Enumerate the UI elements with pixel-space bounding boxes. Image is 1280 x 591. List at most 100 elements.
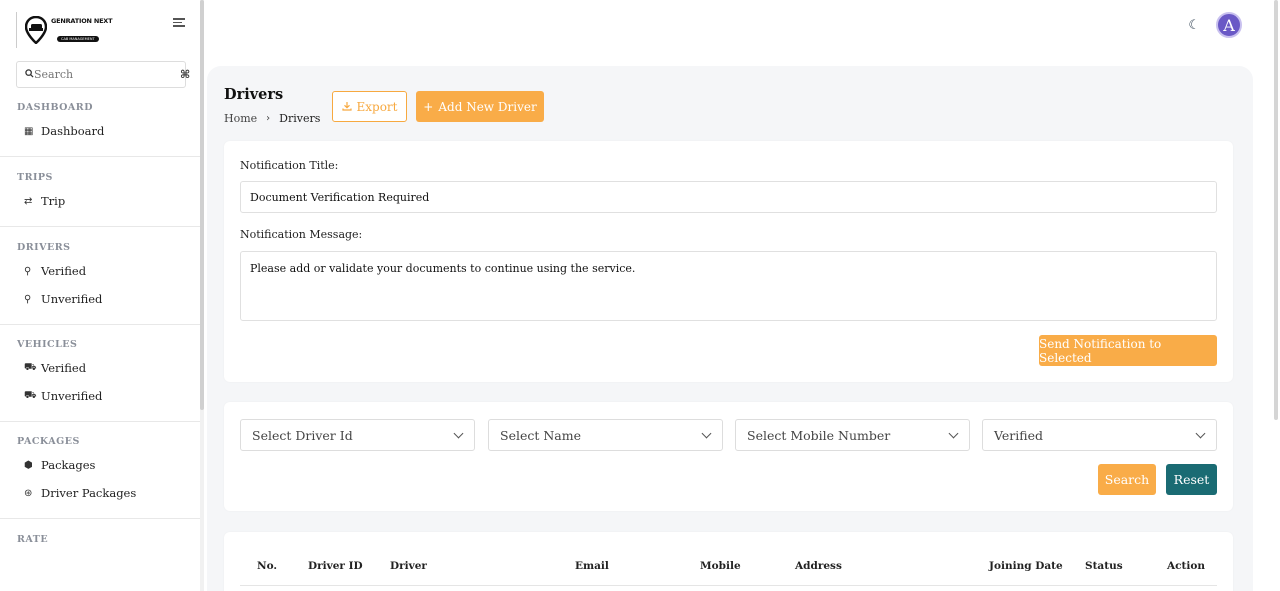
- select-value: Select Driver Id: [252, 427, 353, 443]
- package-icon: ⬢: [24, 459, 33, 471]
- command-icon: ⌘: [180, 68, 191, 81]
- sidebar-item-driver-packages[interactable]: ⊛ Driver Packages: [0, 479, 200, 507]
- package-open-icon: ⊛: [24, 487, 33, 499]
- divider: [0, 156, 200, 157]
- search-button[interactable]: Search: [1098, 464, 1156, 495]
- column-header-email[interactable]: Email: [575, 560, 609, 572]
- brand-logo[interactable]: GENRATION NEXT CAB MANAGEMENT: [16, 12, 116, 48]
- brand-name: GENRATION NEXT: [51, 16, 113, 25]
- sidebar-item-label: Verified: [41, 361, 87, 375]
- column-header-address[interactable]: Address: [795, 560, 842, 572]
- sidebar-item-vehicles-unverified[interactable]: ⛟ Unverified: [0, 382, 200, 410]
- name-select[interactable]: Select Name: [488, 419, 723, 451]
- section-title: VEHICLES: [17, 339, 78, 350]
- table-header-divider: [240, 585, 1217, 586]
- mobile-select[interactable]: Select Mobile Number: [735, 419, 970, 451]
- section-dashboard: DASHBOARD ▦ Dashboard: [0, 102, 200, 145]
- chevron-down-icon: [701, 428, 712, 438]
- export-button[interactable]: Export: [332, 91, 407, 122]
- search-input[interactable]: [34, 68, 180, 81]
- search-icon: [25, 68, 34, 81]
- section-drivers: DRIVERS ⚲ Verified ⚲ Unverified: [0, 242, 200, 313]
- sidebar-item-label: Verified: [41, 264, 87, 278]
- export-label: Export: [356, 99, 398, 114]
- section-title: DASHBOARD: [17, 102, 93, 113]
- route-icon: ⇄: [24, 195, 33, 207]
- main-content: Drivers Home › Drivers Export + Add New …: [207, 66, 1253, 591]
- header-actions: ☾ A: [1188, 12, 1242, 38]
- section-title: DRIVERS: [17, 242, 71, 253]
- section-packages: PACKAGES ⬢ Packages ⊛ Driver Packages: [0, 436, 200, 507]
- section-rate: RATE: [0, 534, 200, 542]
- breadcrumb: Home › Drivers: [224, 112, 320, 125]
- select-value: Select Mobile Number: [747, 427, 891, 443]
- sidebar-item-trip[interactable]: ⇄ Trip: [0, 187, 200, 215]
- chevron-down-icon: [948, 428, 959, 438]
- column-header-status[interactable]: Status: [1085, 560, 1123, 572]
- sidebar-item-label: Trip: [41, 194, 66, 208]
- send-notification-button[interactable]: Send Notification to Selected: [1039, 335, 1217, 366]
- driver-id-select[interactable]: Select Driver Id: [240, 419, 475, 451]
- column-header-driver-id[interactable]: Driver ID: [308, 560, 363, 572]
- section-vehicles: VEHICLES ⛟ Verified ⛟ Unverified: [0, 339, 200, 410]
- plus-icon: +: [423, 99, 434, 114]
- sidebar-item-label: Dashboard: [41, 124, 105, 138]
- user-check-icon: ⚲: [24, 265, 32, 277]
- notification-title-input[interactable]: Document Verification Required: [240, 181, 1217, 213]
- add-label: Add New Driver: [438, 99, 537, 114]
- column-header-action[interactable]: Action: [1167, 560, 1205, 572]
- section-title: RATE: [17, 534, 49, 542]
- sidebar: GENRATION NEXT CAB MANAGEMENT ⌘ DASHBOAR…: [0, 0, 204, 591]
- section-trips: TRIPS ⇄ Trip: [0, 172, 200, 215]
- select-value: Verified: [994, 427, 1043, 443]
- sidebar-item-vehicles-verified[interactable]: ⛟ Verified: [0, 354, 200, 382]
- section-title: TRIPS: [17, 172, 53, 183]
- add-new-driver-button[interactable]: + Add New Driver: [416, 91, 544, 122]
- car-icon: ⛟: [24, 361, 37, 373]
- column-header-driver[interactable]: Driver: [390, 560, 427, 572]
- sidebar-item-label: Packages: [41, 458, 96, 472]
- divider: [0, 226, 200, 227]
- breadcrumb-current: Drivers: [279, 112, 321, 125]
- select-value: Select Name: [500, 427, 581, 443]
- chevron-right-icon: ›: [266, 113, 271, 124]
- column-header-mobile[interactable]: Mobile: [700, 560, 741, 572]
- sidebar-item-label: Driver Packages: [41, 486, 137, 500]
- sidebar-scrollbar[interactable]: [200, 0, 204, 591]
- sidebar-item-drivers-unverified[interactable]: ⚲ Unverified: [0, 285, 200, 313]
- section-title: PACKAGES: [17, 436, 80, 447]
- notification-message-textarea[interactable]: Please add or validate your documents to…: [240, 251, 1217, 321]
- notification-message-label: Notification Message:: [240, 228, 363, 241]
- car-off-icon: ⛟: [24, 389, 37, 401]
- sidebar-item-drivers-verified[interactable]: ⚲ Verified: [0, 257, 200, 285]
- breadcrumb-home[interactable]: Home: [224, 112, 257, 125]
- drivers-table-card: No. Driver ID Driver Email Mobile Addres…: [224, 532, 1233, 591]
- page-scrollbar[interactable]: [1274, 0, 1278, 420]
- notification-title-label: Notification Title:: [240, 159, 339, 172]
- brand-tagline: CAB MANAGEMENT: [57, 35, 99, 42]
- reset-button[interactable]: Reset: [1166, 464, 1217, 495]
- search-box[interactable]: ⌘: [16, 61, 190, 88]
- menu-toggle-icon[interactable]: [173, 18, 185, 28]
- divider: [0, 324, 200, 325]
- download-icon: [341, 100, 352, 114]
- column-header-no[interactable]: No.: [257, 560, 277, 572]
- divider: [0, 518, 200, 519]
- sidebar-item-label: Unverified: [41, 389, 103, 403]
- sidebar-item-label: Unverified: [41, 292, 103, 306]
- chevron-down-icon: [453, 428, 464, 438]
- location-pin-icon: [24, 15, 48, 45]
- sidebar-item-packages[interactable]: ⬢ Packages: [0, 451, 200, 479]
- user-x-icon: ⚲: [24, 293, 32, 305]
- chevron-down-icon: [1195, 428, 1206, 438]
- column-header-joining-date[interactable]: Joining Date: [989, 560, 1063, 572]
- divider: [0, 421, 200, 422]
- filter-card: Select Driver Id Select Name Select Mobi…: [224, 402, 1233, 511]
- moon-icon[interactable]: ☾: [1188, 18, 1200, 33]
- page-title: Drivers: [224, 86, 284, 103]
- avatar[interactable]: A: [1216, 12, 1242, 38]
- sidebar-item-dashboard[interactable]: ▦ Dashboard: [0, 117, 200, 145]
- grid-icon: ▦: [24, 125, 34, 137]
- notification-card: Notification Title: Document Verificatio…: [224, 141, 1233, 382]
- status-select[interactable]: Verified: [982, 419, 1217, 451]
